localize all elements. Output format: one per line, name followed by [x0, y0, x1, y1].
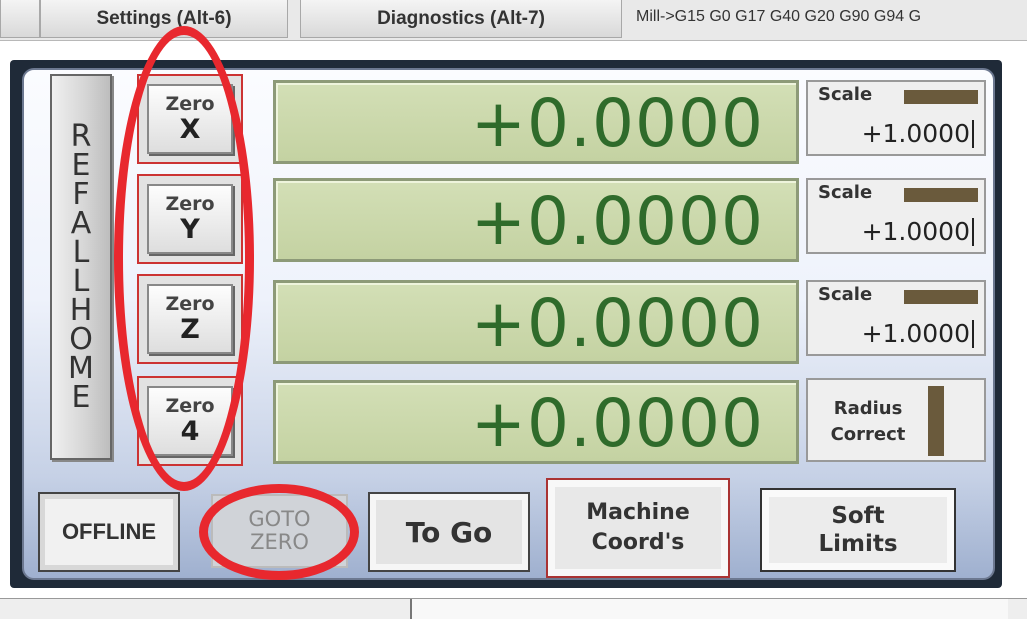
- scale-x-value[interactable]: +1.0000: [862, 120, 974, 148]
- radius-correct-line2: Correct: [830, 424, 906, 445]
- ref-all-home-letter: L: [72, 235, 90, 270]
- zero-x-axis: X: [179, 114, 201, 145]
- zero-y-label: Zero: [165, 193, 215, 215]
- modal-gcode-line: Mill->G15 G0 G17 G40 G20 G90 G94 G: [636, 8, 922, 25]
- zero-4-button[interactable]: Zero 4: [137, 376, 243, 466]
- scale-y-label: Scale: [818, 182, 873, 203]
- ref-all-home-letter: O: [69, 322, 93, 357]
- tab-diagnostics[interactable]: Diagnostics (Alt-7): [300, 0, 622, 38]
- ref-all-home-letter: E: [71, 380, 91, 415]
- dro-x[interactable]: +0.0000: [273, 80, 799, 164]
- ref-all-home-button[interactable]: R E F A L L H O M E: [50, 74, 112, 460]
- scale-z[interactable]: Scale +1.0000: [806, 280, 986, 356]
- soft-limits-line1: Soft: [831, 503, 885, 529]
- dro-z[interactable]: +0.0000: [273, 280, 799, 364]
- zero-z-face[interactable]: Zero Z: [147, 284, 233, 354]
- zero-y-face[interactable]: Zero Y: [147, 184, 233, 254]
- zero-4-axis: 4: [180, 416, 200, 447]
- scale-y-indicator: [904, 188, 978, 202]
- ref-all-home-letter: A: [70, 206, 92, 241]
- scale-z-label: Scale: [818, 284, 873, 305]
- ref-all-home-letter: L: [72, 264, 90, 299]
- ref-all-home-letter: E: [71, 148, 91, 183]
- tab-previous[interactable]: [0, 0, 40, 38]
- status-strip-segment: [410, 599, 1008, 619]
- zero-x-button[interactable]: Zero X: [137, 74, 243, 164]
- scale-x[interactable]: Scale +1.0000: [806, 80, 986, 156]
- scale-z-value[interactable]: +1.0000: [862, 320, 974, 348]
- radius-correct-button[interactable]: Radius Correct: [806, 378, 986, 462]
- ref-all-home-letter: H: [69, 293, 93, 328]
- dro-4[interactable]: +0.0000: [273, 380, 799, 464]
- zero-y-button[interactable]: Zero Y: [137, 174, 243, 264]
- tab-strip: Settings (Alt-6) Diagnostics (Alt-7) Mil…: [0, 0, 1027, 41]
- to-go-button[interactable]: To Go: [368, 492, 530, 572]
- tab-settings[interactable]: Settings (Alt-6): [40, 0, 288, 38]
- machine-coords-button[interactable]: Machine Coord's: [546, 478, 730, 578]
- scale-x-indicator: [904, 90, 978, 104]
- dro-z-value: +0.0000: [470, 285, 764, 362]
- scale-z-indicator: [904, 290, 978, 304]
- soft-limits-line2: Limits: [818, 531, 898, 557]
- zero-x-label: Zero: [165, 93, 215, 115]
- machine-coords-line1: Machine: [586, 500, 690, 525]
- dro-y-value: +0.0000: [470, 183, 764, 260]
- zero-y-axis: Y: [180, 214, 200, 245]
- zero-x-face[interactable]: Zero X: [147, 84, 233, 154]
- status-strip: [0, 598, 1027, 619]
- scale-y[interactable]: Scale +1.0000: [806, 178, 986, 254]
- zero-z-axis: Z: [180, 314, 200, 345]
- ref-all-home-letter: M: [68, 351, 94, 386]
- machine-coords-line2: Coord's: [591, 530, 685, 555]
- dro-y[interactable]: +0.0000: [273, 178, 799, 262]
- dro-4-value: +0.0000: [470, 385, 764, 462]
- zero-z-button[interactable]: Zero Z: [137, 274, 243, 364]
- radius-correct-line1: Radius: [833, 398, 903, 419]
- goto-zero-line1: GOTO: [248, 507, 311, 531]
- radius-correct-led: [928, 386, 944, 456]
- ref-all-home-letter: R: [70, 119, 92, 154]
- zero-z-label: Zero: [165, 293, 215, 315]
- scale-x-label: Scale: [818, 84, 873, 105]
- dro-x-value: +0.0000: [470, 85, 764, 162]
- ref-all-home-letter: F: [72, 177, 90, 212]
- zero-4-label: Zero: [165, 395, 215, 417]
- zero-4-face[interactable]: Zero 4: [147, 386, 233, 456]
- goto-zero-button[interactable]: GOTO ZERO: [211, 494, 348, 568]
- radius-correct-label: Radius Correct: [816, 396, 920, 448]
- scale-y-value[interactable]: +1.0000: [862, 218, 974, 246]
- soft-limits-button[interactable]: Soft Limits: [760, 488, 956, 572]
- goto-zero-line2: ZERO: [250, 530, 309, 554]
- offline-button[interactable]: OFFLINE: [38, 492, 180, 572]
